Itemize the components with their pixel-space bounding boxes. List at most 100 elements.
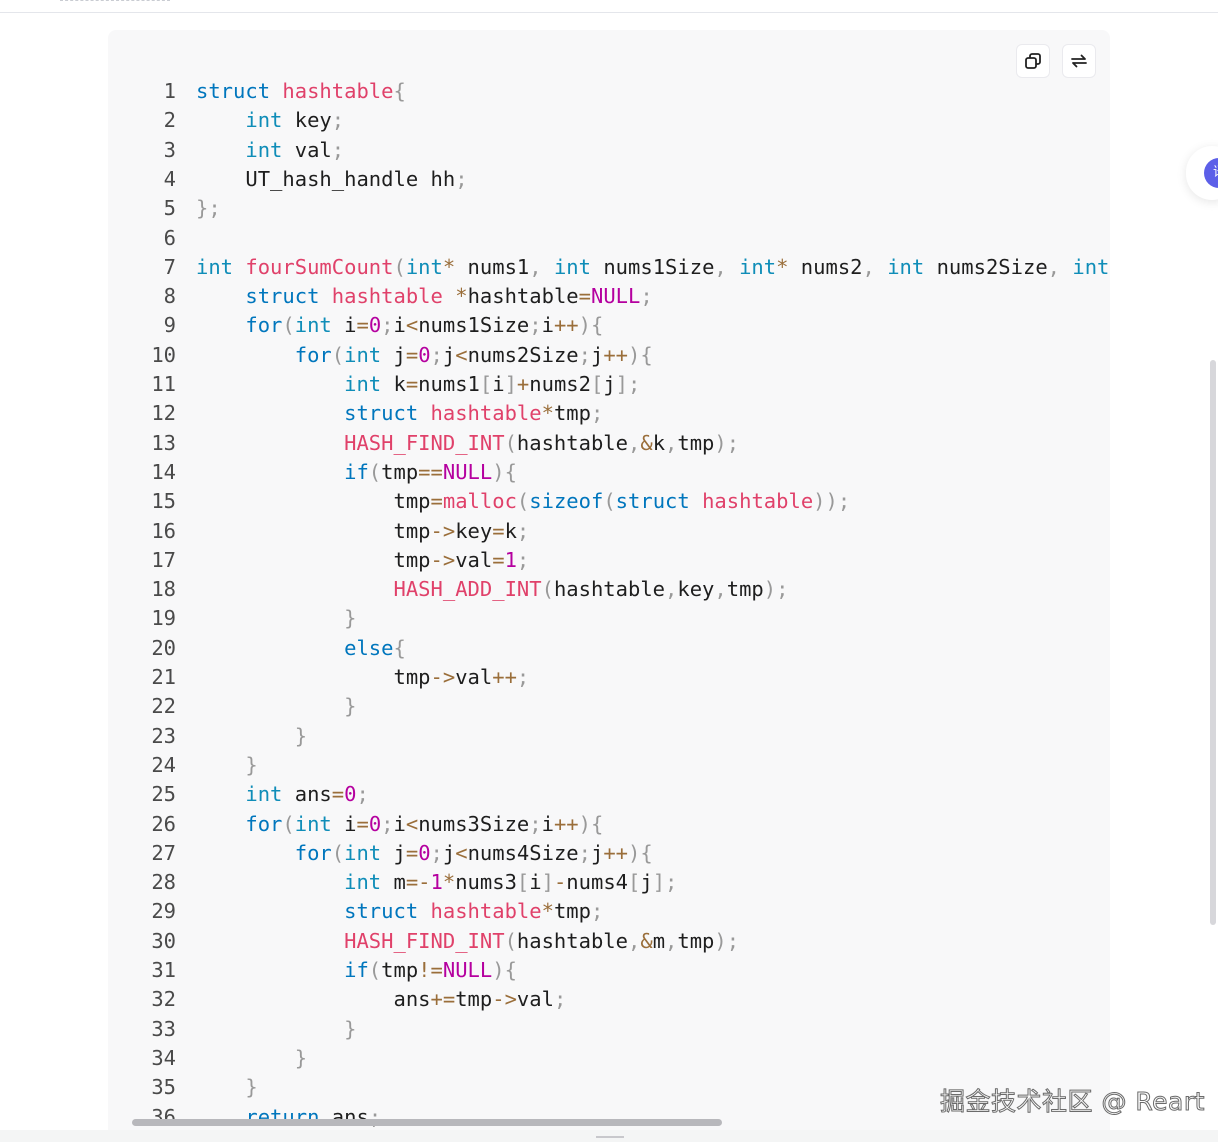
code-token: = <box>430 489 443 514</box>
code-token: [ <box>479 372 493 396</box>
copy-code-button[interactable] <box>1016 44 1050 78</box>
code-token: hashtable <box>702 489 814 514</box>
code-token: ; <box>356 782 369 807</box>
code-token: if <box>344 459 369 484</box>
code-token: HASH_FIND_INT <box>344 928 505 953</box>
code-line: 18 HASH_ADD_INT(hashtable,key,tmp); <box>108 575 1110 604</box>
code-token: * <box>541 899 554 924</box>
line-number: 3 <box>163 137 176 162</box>
code-line: 20 else{ <box>108 634 1110 663</box>
code-token: 0 <box>368 811 382 836</box>
line-number: 15 <box>151 489 176 514</box>
code-token: ( <box>516 489 530 514</box>
code-token: nums2 <box>529 372 591 396</box>
code-token: , <box>665 577 678 602</box>
code-token: += <box>430 987 456 1012</box>
code-token: = <box>331 782 345 807</box>
code-token: int <box>245 137 283 162</box>
code-token: nums4 <box>566 870 629 895</box>
code-token: hashtable <box>282 79 394 103</box>
swap-theme-button[interactable] <box>1062 44 1096 78</box>
code-token: , <box>665 928 678 953</box>
code-token: , <box>665 430 678 455</box>
code-text: int m=-1*nums3[i]-nums4[j]; <box>196 868 677 897</box>
code-text: } <box>196 604 356 633</box>
code-token: } <box>245 1075 258 1100</box>
code-token: = <box>578 284 591 309</box>
code-token: for <box>294 342 332 367</box>
top-bar <box>0 0 1218 13</box>
code-text: for(int i=0;i<nums1Size;i++){ <box>196 311 603 340</box>
code-line: 29 struct hashtable*tmp; <box>108 897 1110 926</box>
horizontal-scrollbar[interactable] <box>132 1119 722 1126</box>
code-token: tmp <box>726 577 764 602</box>
line-number: 8 <box>163 284 176 309</box>
code-line: 25 int ans=0; <box>108 780 1110 809</box>
code-line: 2 int key; <box>108 106 1110 135</box>
code-token: [ <box>516 870 530 895</box>
code-line: 32 ans+=tmp->val; <box>108 985 1110 1014</box>
code-token: ( <box>504 928 517 953</box>
code-text: struct hashtable *hashtable=NULL; <box>196 282 652 311</box>
code-token: if <box>344 958 369 982</box>
code-token: val <box>516 987 554 1012</box>
top-bar-fragment <box>60 0 170 4</box>
code-token: nums3Size <box>418 811 530 836</box>
code-line: 13 HASH_FIND_INT(hashtable,&k,tmp); <box>108 429 1110 458</box>
code-line: 23 } <box>108 722 1110 751</box>
line-number: 7 <box>163 254 176 279</box>
code-token: 0 <box>368 313 382 338</box>
code-text: UT_hash_handle hh; <box>196 165 467 194</box>
code-token: ]; <box>615 372 641 396</box>
code-token: = <box>492 547 505 572</box>
code-token: i <box>393 811 406 836</box>
code-token: for <box>294 840 332 865</box>
code-token: , <box>628 430 641 455</box>
code-token: != <box>418 958 443 982</box>
code-token: tmp <box>381 958 419 982</box>
page-vertical-scrollbar[interactable] <box>1210 360 1216 925</box>
code-token: ); <box>714 430 740 455</box>
code-token: , <box>862 254 875 279</box>
code-token: ( <box>331 840 345 865</box>
code-token: ){ <box>492 958 517 982</box>
code-token: ( <box>282 811 295 836</box>
code-token: * <box>776 254 789 279</box>
code-token: = <box>405 342 419 367</box>
code-token: j <box>381 342 406 367</box>
side-floating-button[interactable]: 译 <box>1186 146 1218 200</box>
code-token: } <box>245 752 258 777</box>
code-token: int <box>245 782 283 807</box>
code-token: < <box>405 811 419 836</box>
code-text: tmp->key=k; <box>196 517 529 546</box>
code-token: k <box>381 372 406 396</box>
code-token: = <box>356 811 369 836</box>
code-token: key <box>677 577 715 602</box>
code-token: int <box>294 313 332 338</box>
code-token: < <box>405 313 419 338</box>
line-number: 6 <box>163 225 176 250</box>
code-token: ){ <box>628 840 653 865</box>
code-token: ++ <box>603 840 629 865</box>
code-token: -> <box>430 518 456 543</box>
code-token: ; <box>516 547 530 572</box>
code-text: for(int j=0;j<nums2Size;j++){ <box>196 341 653 370</box>
code-token: } <box>294 723 308 748</box>
code-token: -> <box>430 547 456 572</box>
code-token: == <box>418 459 443 484</box>
code-token: fourSumCount <box>245 254 394 279</box>
code-line: 8 struct hashtable *hashtable=NULL; <box>108 282 1110 311</box>
code-token: , <box>1047 254 1061 279</box>
code-token: * <box>1109 255 1110 279</box>
